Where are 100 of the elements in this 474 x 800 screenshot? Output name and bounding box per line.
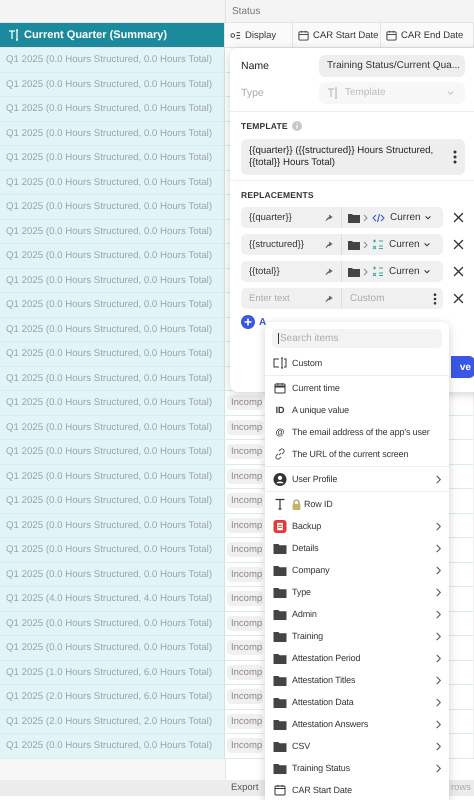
user-icon [273,472,287,486]
menu-item[interactable]: The URL of the current screen [265,443,449,465]
table-cell: Q1 2025 (0.0 Hours Structured, 0.0 Hours Total) [0,48,225,72]
menu-item[interactable]: ID A unique value [265,399,449,421]
template-field[interactable]: {{quarter}} ({{structured}} Hours Structured, {{total}} Hours Total) [241,139,465,175]
menu-item[interactable]: Company [265,559,449,581]
menu-item[interactable]: Training [265,625,449,647]
menu-item[interactable]: Attestation Data [265,691,449,713]
arrow-icon [325,214,333,222]
text-icon [273,498,287,510]
source-dropdown[interactable]: Curren [342,261,443,282]
menu-item[interactable]: Row ID [265,493,449,515]
name-label: Name [241,60,270,72]
status-tag: Incomp [227,395,264,410]
table-cell: Q1 2025 (0.0 Hours Structured, 0.0 Hours Total) [0,122,225,145]
folder-icon [348,266,360,276]
menu-item[interactable]: Details [265,537,449,559]
status-tag: Incomp [227,493,264,508]
code-icon [372,212,385,222]
folder-icon [273,740,287,752]
close-icon[interactable] [453,212,464,223]
table-cell: Q1 2025 (0.0 Hours Structured, 0.0 Hours Total) [0,220,225,243]
menu-item[interactable]: User Profile [265,468,449,490]
status-tag: Incomp [227,714,264,729]
text-type-icon [8,29,20,41]
chevron-right-icon [435,698,442,706]
menu-item[interactable]: CAR Start Date [265,779,449,800]
replacement-key-field[interactable]: {{structured}} [241,234,342,255]
chevron-right-icon [435,588,442,596]
replacement-key-field[interactable]: {{quarter}} [241,207,342,228]
column-header[interactable]: CAR End Date [381,23,474,47]
arrow-icon [325,268,333,276]
folder-icon [348,240,360,250]
table-cell: Q1 2025 (2.0 Hours Structured, 6.0 Hours Total) [0,685,225,708]
menu-item[interactable]: CSV [265,735,449,757]
save-button[interactable]: ve [451,356,474,378]
table-cell: Q1 2025 (0.0 Hours Structured, 0.0 Hours Total) [0,464,225,488]
rows-label: rows [450,782,471,793]
menu-item[interactable]: Admin [265,603,449,625]
status-tag: Incomp [227,664,264,680]
column-header[interactable]: CAR Start Date [293,23,381,47]
table-cell: Q1 2025 (0.0 Hours Structured, 0.0 Hours Total) [0,146,225,170]
table-cell: Q1 2025 (0.0 Hours Structured, 0.0 Hours Total) [0,268,225,292]
menu-item[interactable]: Attestation Answers [265,713,449,735]
menu-item[interactable]: Custom [265,352,449,374]
chevron-right-icon [435,654,442,662]
table-cell: Q1 2025 (0.0 Hours Structured, 0.0 Hours Total) [0,538,225,562]
close-icon[interactable] [453,293,464,304]
folder-icon [273,608,287,620]
menu-item[interactable]: Attestation Titles [265,669,449,691]
menu-item[interactable]: Backup [265,515,449,537]
text-type-icon [327,86,339,98]
section-title: REPLACEMENTS [241,190,314,200]
arrow-icon [325,294,333,302]
menu-item[interactable]: @ The email address of the app's user [265,421,449,443]
replacement-key-field[interactable]: {{total}} [241,261,342,282]
group-header: Status [225,0,295,22]
table-cell: Q1 2025 (0.0 Hours Structured, 0.0 Hours Total) [0,97,225,120]
status-tag: Incomp [227,566,264,582]
math-icon [372,266,384,277]
menu-item[interactable]: Current time [265,377,449,399]
folder-icon [273,674,287,686]
table-cell: Q1 2025 (0.0 Hours Structured, 0.0 Hours Total) [0,293,225,316]
menu-item[interactable]: Type [265,581,449,603]
table-cell: Q1 2025 (0.0 Hours Structured, 0.0 Hours Total) [0,195,225,218]
chevron-right-icon [435,474,442,484]
table-cell: Q1 2025 (0.0 Hours Structured, 0.0 Hours Total) [0,72,225,96]
menu-item[interactable]: Training Status [265,757,449,779]
folder-icon [273,586,287,598]
export-link[interactable]: Export [231,782,258,793]
source-dropdown[interactable]: Curren [342,234,443,255]
more-icon[interactable] [453,150,457,164]
status-tag: Incomp [227,444,264,460]
column-header[interactable]: Display [225,23,293,47]
folder-icon [273,542,287,554]
table-cell: Q1 2025 (0.0 Hours Structured, 0.0 Hours Total) [0,366,225,390]
status-tag: Incomp [227,591,264,606]
more-icon[interactable] [433,292,437,304]
calendar-icon [273,382,287,394]
folder-icon [273,762,287,774]
section-title: TEMPLATE [241,121,288,131]
column-header[interactable]: Current Quarter (Summary) [0,23,225,47]
menu-item[interactable]: Attestation Period [265,647,449,669]
source-dropdown[interactable]: Curren [342,207,443,228]
chevron-right-icon [435,522,442,530]
chevron-right-icon [435,566,442,574]
status-tag: Incomp [227,468,264,484]
table-cell: Q1 2025 (0.0 Hours Structured, 0.0 Hours Total) [0,244,225,268]
close-icon[interactable] [453,266,464,277]
arrow-icon [325,240,333,248]
name-field[interactable]: Training Status/Current Qua... [319,54,465,76]
table-cell: Q1 2025 (0.0 Hours Structured, 0.0 Hours Total) [0,170,225,194]
close-icon[interactable] [453,239,464,250]
chevron-right-icon [435,610,442,618]
folder-icon [273,630,287,642]
status-tag: Incomp [227,689,264,704]
table-cell: Q1 2025 (4.0 Hours Structured, 4.0 Hours Total) [0,587,225,610]
chevron-right-icon [363,214,369,222]
folder-icon [273,718,287,730]
chevron-right-icon [363,268,369,276]
